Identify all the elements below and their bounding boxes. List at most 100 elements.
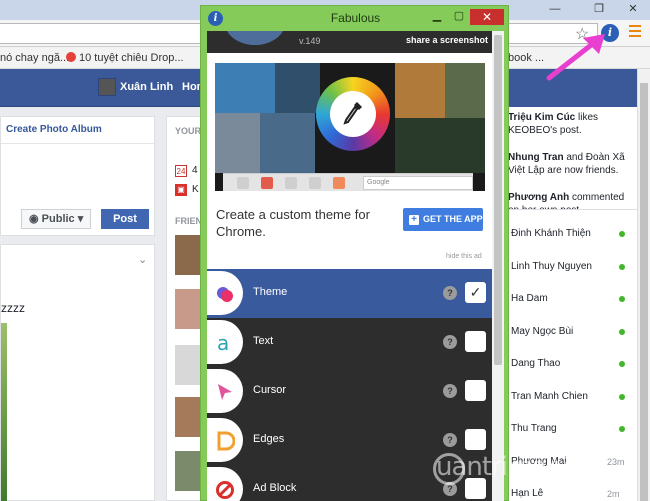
page-scrollbar-thumb[interactable] xyxy=(640,83,648,501)
popup-scrollbar[interactable] xyxy=(492,31,504,501)
browser-mock-tabbar: Google xyxy=(223,173,473,191)
post-button[interactable]: Post xyxy=(101,209,149,229)
feature-row-cursor[interactable]: Cursor? xyxy=(207,367,492,416)
tab-icon xyxy=(261,177,273,189)
feature-row-theme[interactable]: Theme? ✓ xyxy=(207,269,492,318)
chat-contact[interactable]: Tran Manh Chien xyxy=(511,391,588,402)
chat-last-seen: 23m xyxy=(607,456,625,467)
chrome-menu-icon[interactable] xyxy=(629,25,641,40)
online-status-icon xyxy=(619,328,625,335)
activity-ticker: Triệu Kim Cúc likes KEOBEO's post. Nhung… xyxy=(500,107,637,210)
event-count[interactable]: 4 xyxy=(192,165,198,176)
feature-checkbox[interactable] xyxy=(465,331,486,352)
minimize-button[interactable]: — xyxy=(546,2,564,16)
feature-checkbox[interactable]: ✓ xyxy=(465,282,486,303)
popup-header: v.149 share a screenshot xyxy=(207,31,492,53)
ad-image[interactable]: Google xyxy=(215,63,485,191)
chevron-down-icon[interactable]: ⌄ xyxy=(138,253,147,266)
restore-button[interactable]: ❐ xyxy=(590,2,608,16)
friend-photo[interactable] xyxy=(175,235,201,275)
edges-icon xyxy=(207,418,243,462)
mock-search-box: Google xyxy=(363,176,473,190)
avatar[interactable] xyxy=(98,78,116,96)
eyedropper-icon xyxy=(343,102,362,125)
chat-contact[interactable]: Dang Thao xyxy=(511,358,560,369)
popup-maximize-button[interactable]: ▢ xyxy=(449,9,469,25)
audience-selector-button[interactable]: ◉ Public ▾ xyxy=(21,209,91,229)
logo xyxy=(225,31,285,45)
image-tile xyxy=(395,118,485,173)
share-screenshot-link[interactable]: share a screenshot xyxy=(406,35,488,45)
chat-last-seen: 2m xyxy=(607,489,620,499)
post-composer: Create Photo Album ◉ Public ▾ Post xyxy=(0,116,156,236)
ad-block-icon xyxy=(207,467,243,501)
image-tile xyxy=(395,63,445,118)
image-tile xyxy=(215,63,275,113)
ticker-item[interactable]: Nhung Tran and Đoàn Xã Việt Lập are now … xyxy=(508,151,633,177)
friend-photo[interactable] xyxy=(175,345,201,385)
feature-row-text[interactable]: a Text? xyxy=(207,318,492,367)
feature-checkbox[interactable] xyxy=(465,380,486,401)
profile-name-link[interactable]: Xuân Linh xyxy=(120,81,173,93)
chat-contact[interactable]: Hạn Lê xyxy=(511,488,543,499)
create-photo-album-link[interactable]: Create Photo Album xyxy=(6,124,102,135)
divider xyxy=(1,143,156,144)
audience-label: Public xyxy=(41,213,75,225)
hide-ad-link[interactable]: hide this ad xyxy=(446,253,482,260)
tab-icon xyxy=(333,177,345,189)
help-icon[interactable]: ? xyxy=(443,335,457,349)
ticker-item[interactable]: Phương Anh commented on her own post. xyxy=(508,191,633,209)
friend-photo[interactable] xyxy=(175,397,201,437)
theme-icon xyxy=(207,271,243,315)
globe-icon: ◉ xyxy=(29,213,39,225)
chat-contact[interactable]: May Ngọc Bùi xyxy=(511,326,573,337)
help-icon[interactable]: ? xyxy=(443,384,457,398)
tab-icon xyxy=(237,177,249,189)
dropdown-arrow-icon: ▾ xyxy=(77,213,84,225)
chat-contact[interactable]: Linh Thuy Nguyen xyxy=(511,261,592,272)
feature-label: Edges xyxy=(253,433,285,445)
birthday-link[interactable]: K xyxy=(192,184,199,195)
page-scrollbar[interactable] xyxy=(637,69,650,501)
popup-content: v.149 share a screenshot Google Create a… xyxy=(207,31,504,501)
feature-checkbox[interactable] xyxy=(465,429,486,450)
plus-icon: + xyxy=(409,215,419,225)
chat-contact[interactable]: Ha Dam xyxy=(511,293,548,304)
feature-label: Cursor xyxy=(253,384,287,396)
get-the-app-button[interactable]: + GET THE APP xyxy=(403,208,483,231)
online-status-icon xyxy=(619,263,625,270)
online-status-icon xyxy=(619,361,625,367)
popup-scrollbar-thumb[interactable] xyxy=(494,35,502,365)
ticker-item[interactable]: Triệu Kim Cúc likes KEOBEO's post. xyxy=(508,111,633,137)
friends-label: FRIEN xyxy=(175,216,202,226)
section-label: YOUR xyxy=(175,126,202,136)
gift-icon: ▣ xyxy=(175,184,187,196)
bookmark-item[interactable]: book ... xyxy=(508,52,544,64)
bookmark-item[interactable]: nó chay ngă... xyxy=(0,52,69,64)
friend-photo[interactable] xyxy=(175,289,201,329)
chat-contact[interactable]: Đinh Khánh Thiện xyxy=(511,228,591,239)
bookmark-item[interactable]: 10 tuyệt chiêu Drop... xyxy=(66,52,184,64)
feed-story: ⌄ zzzz xyxy=(0,244,155,501)
close-button[interactable]: ✕ xyxy=(624,2,642,16)
popup-minimize-button[interactable]: ▁ xyxy=(427,9,447,25)
chat-contact[interactable]: Thu Trang xyxy=(511,423,557,434)
online-status-icon xyxy=(619,393,625,400)
tab-icon xyxy=(285,177,297,189)
online-status-icon xyxy=(619,296,625,302)
cursor-icon xyxy=(207,369,243,413)
feature-label: Text xyxy=(253,335,274,347)
friend-photo[interactable] xyxy=(175,451,201,491)
image-tile xyxy=(215,113,260,173)
story-image[interactable] xyxy=(1,323,7,501)
help-icon[interactable]: ? xyxy=(443,286,457,300)
fabulous-popup-window: i Fabulous ▁ ▢ ✕ v.149 share a screensho… xyxy=(200,5,509,501)
help-icon[interactable]: ? xyxy=(443,433,457,447)
bookmark-favicon-icon xyxy=(66,52,76,62)
popup-close-button[interactable]: ✕ xyxy=(470,9,504,25)
image-tile xyxy=(275,63,320,113)
annotation-arrow-icon xyxy=(546,34,605,81)
feature-label: Theme xyxy=(253,286,288,298)
image-tile xyxy=(260,113,315,173)
ad-banner: Google Create a custom theme for Chrome.… xyxy=(207,53,492,269)
